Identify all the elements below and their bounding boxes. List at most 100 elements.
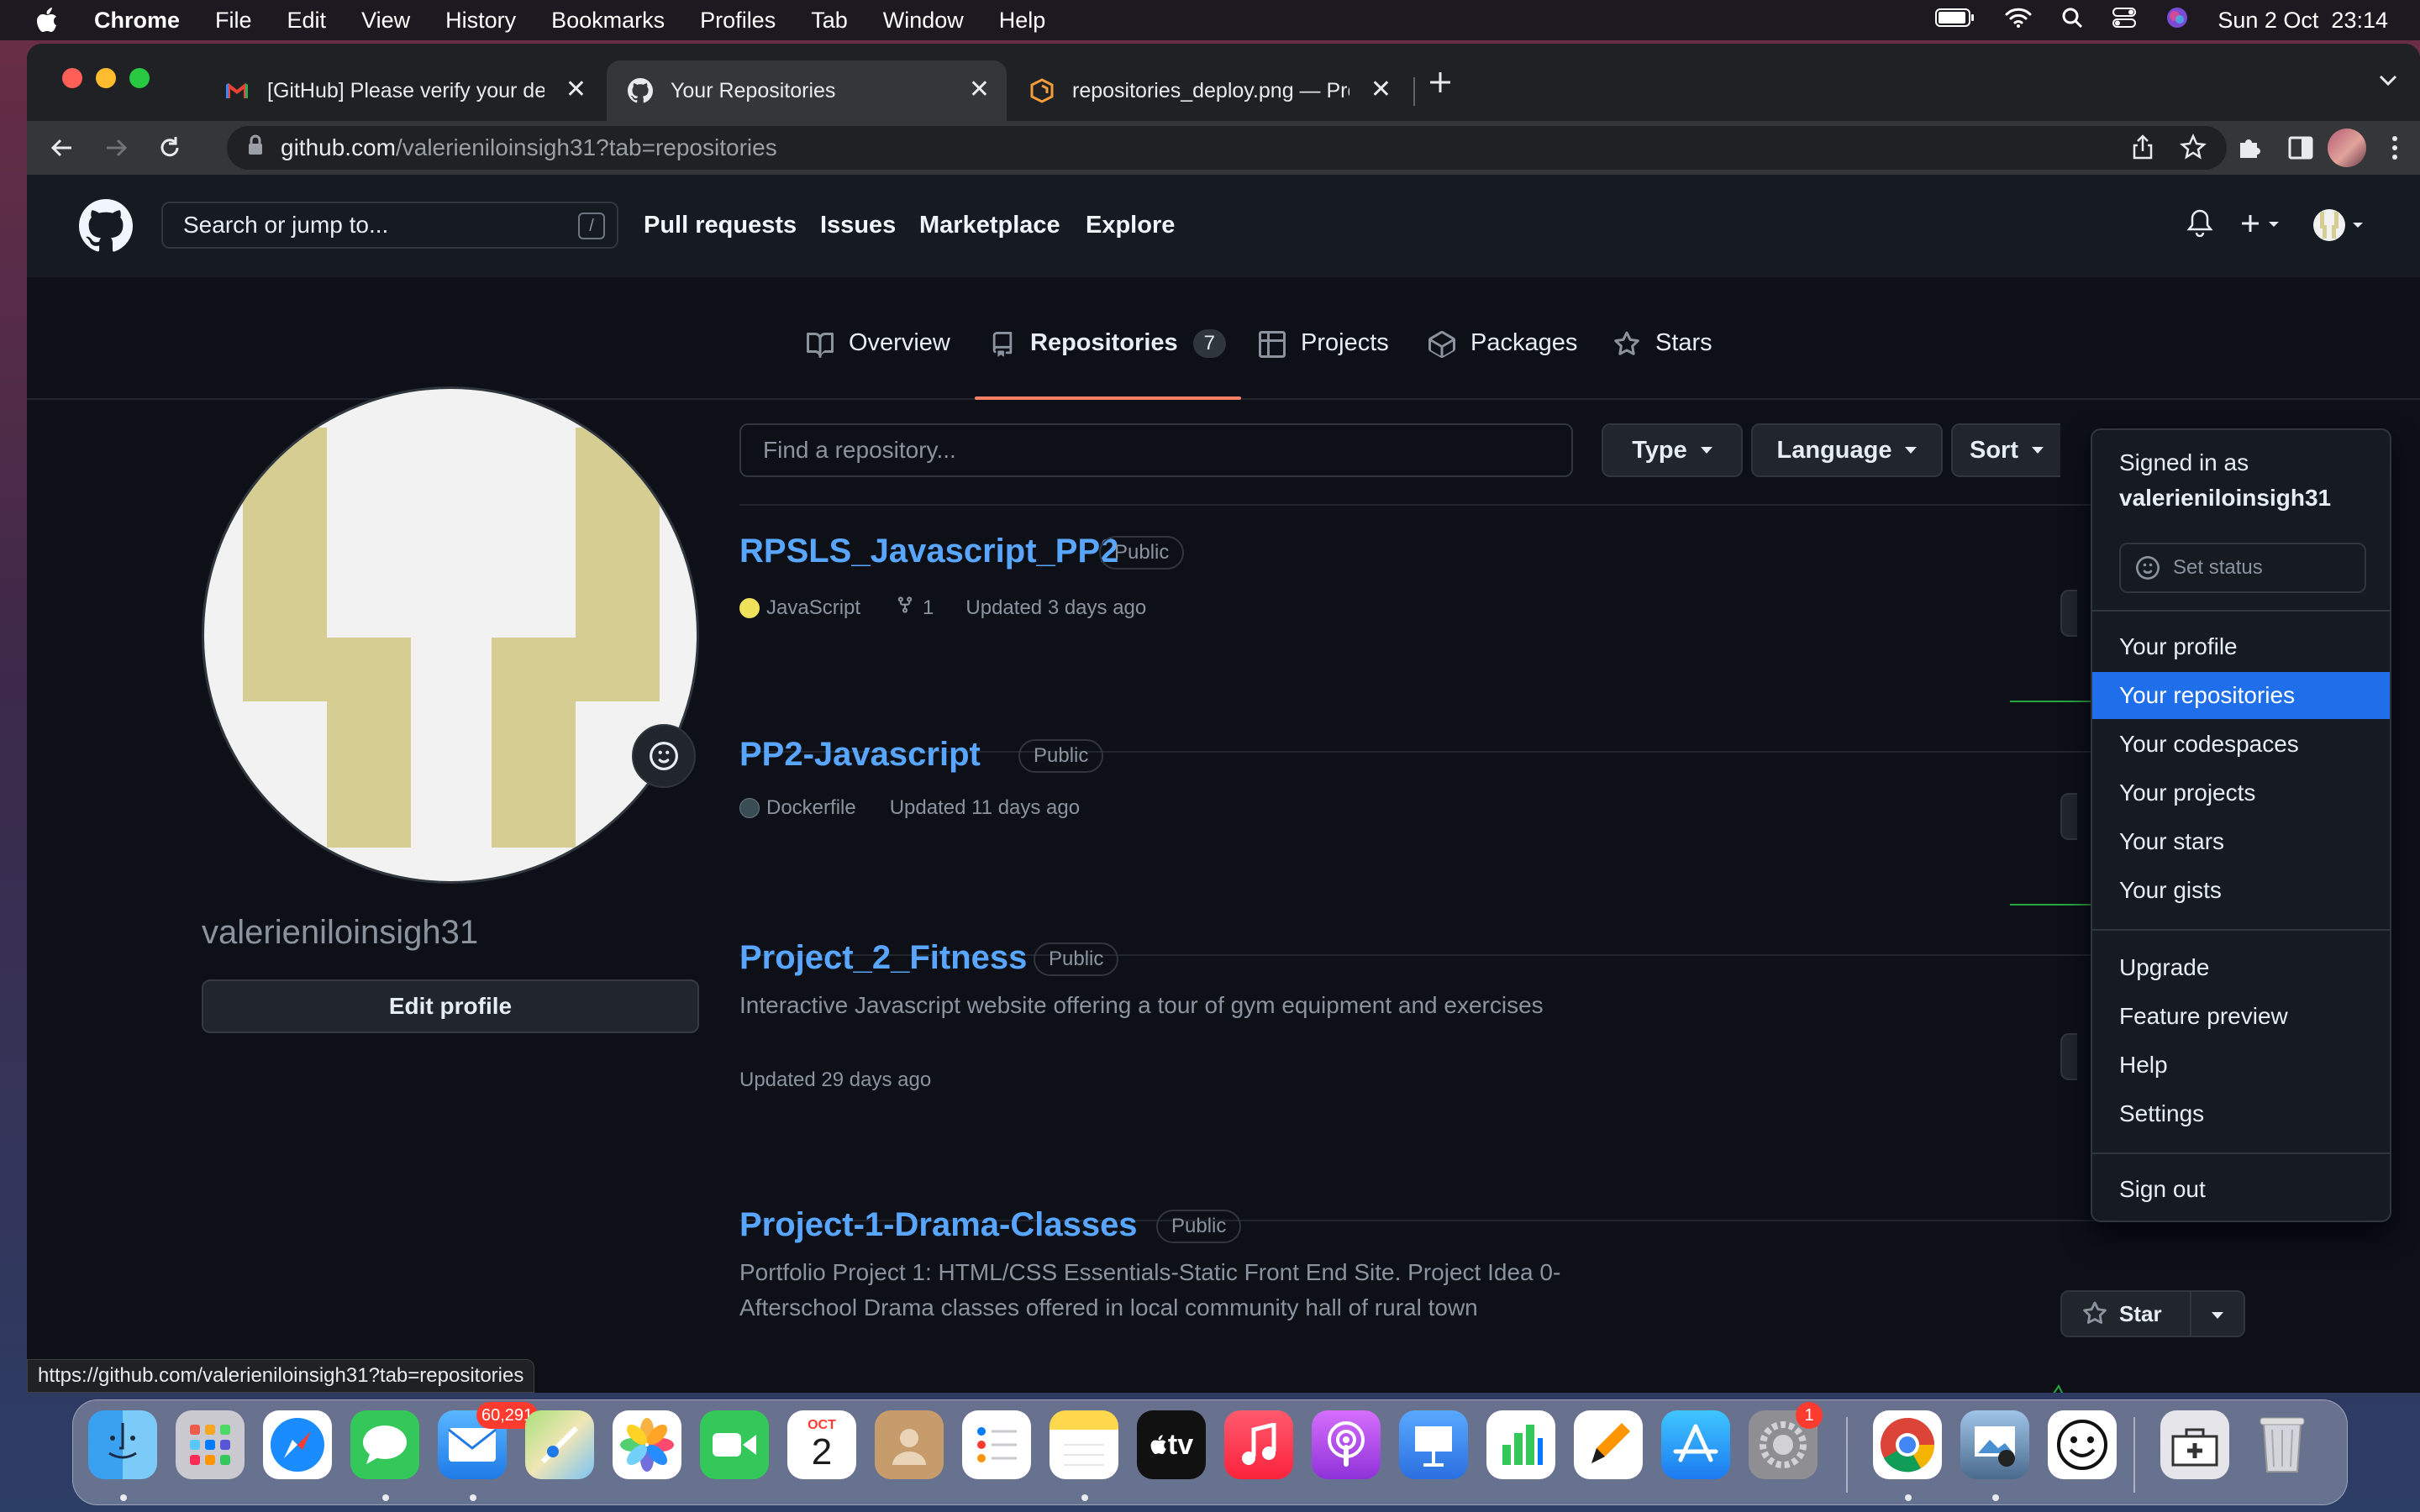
github-logo-icon[interactable] [79, 199, 134, 257]
star-button[interactable]: Star [2060, 1290, 2245, 1337]
star-button-edge[interactable] [2060, 1033, 2077, 1080]
apple-tv-icon[interactable]: tv [1137, 1410, 1206, 1479]
wifi-icon[interactable] [2004, 7, 2033, 34]
fork-count[interactable]: 1 [923, 596, 934, 620]
signed-in-username[interactable]: valerieniloinsigh31 [2119, 480, 2331, 516]
nav-explore[interactable]: Explore [1086, 212, 1175, 239]
zoom-window-button[interactable] [129, 68, 150, 88]
control-center-icon[interactable] [2112, 7, 2137, 34]
menu-your-gists[interactable]: Your gists [2092, 867, 2390, 914]
tab-repositories[interactable]: Repositories 7 [974, 329, 1242, 400]
menu-app-name[interactable]: Chrome [94, 8, 180, 34]
star-button-edge[interactable] [2060, 793, 2077, 840]
side-panel-icon[interactable] [2286, 133, 2316, 163]
trash-icon[interactable] [2248, 1410, 2317, 1479]
tab-packages[interactable]: Packages [1428, 329, 1577, 400]
create-new-plus-icon[interactable] [2240, 213, 2291, 238]
menu-your-repositories[interactable]: Your repositories [2092, 672, 2390, 719]
profile-avatar[interactable] [202, 386, 699, 884]
forward-arrow-icon[interactable] [101, 133, 131, 163]
app-store-icon[interactable] [1661, 1410, 1730, 1479]
tab-your-repositories[interactable]: Your Repositories ✕ [607, 60, 1007, 121]
close-tab-icon[interactable]: ✕ [969, 77, 990, 102]
tab-gmail[interactable]: [GitHub] Please verify your dev ✕ [203, 60, 603, 121]
repo-link-project-1-drama-classes[interactable]: Project-1-Drama-Classes [739, 1206, 1138, 1244]
photos-icon[interactable] [613, 1410, 681, 1479]
close-window-button[interactable] [62, 68, 82, 88]
menu-tab[interactable]: Tab [811, 8, 848, 34]
close-tab-icon[interactable]: ✕ [566, 77, 587, 102]
menubar-clock[interactable]: Sun 2 Oct 23:14 [2217, 8, 2388, 34]
menu-settings[interactable]: Settings [2092, 1090, 2390, 1137]
repo-link-pp2-javascript[interactable]: PP2-Javascript [739, 736, 981, 774]
nav-marketplace[interactable]: Marketplace [919, 212, 1060, 239]
menu-bookmarks[interactable]: Bookmarks [551, 8, 665, 34]
calendar-icon[interactable]: OCT 2 [787, 1410, 856, 1479]
user-avatar-menu[interactable] [2312, 208, 2371, 246]
reload-icon[interactable] [155, 133, 185, 163]
menu-edit[interactable]: Edit [287, 8, 327, 34]
menu-your-projects[interactable]: Your projects [2092, 769, 2390, 816]
safari-icon[interactable] [263, 1410, 332, 1479]
keynote-icon[interactable] [1399, 1410, 1468, 1479]
chrome-profile-avatar[interactable] [2328, 129, 2366, 167]
facetime-icon[interactable] [700, 1410, 769, 1479]
sort-filter-button[interactable]: Sort [1951, 423, 2060, 477]
contacts-icon[interactable] [875, 1410, 944, 1479]
notes-icon[interactable] [1050, 1410, 1118, 1479]
menu-sign-out[interactable]: Sign out [2092, 1166, 2390, 1213]
minimize-window-button[interactable] [96, 68, 116, 88]
address-bar[interactable]: github.com/valerieniloinsigh31?tab=repos… [227, 126, 2227, 170]
chrome-menu-icon[interactable] [2380, 133, 2410, 163]
notification-bell-icon[interactable] [2186, 208, 2213, 241]
menu-file[interactable]: File [215, 8, 252, 34]
maps-icon[interactable] [525, 1410, 594, 1479]
github-search-input[interactable]: Search or jump to... / [161, 202, 618, 249]
bookmark-star-icon[interactable] [2180, 133, 2207, 166]
find-repository-input[interactable]: Find a repository... [739, 423, 1573, 477]
preview-icon[interactable] [1960, 1410, 2029, 1479]
menu-profiles[interactable]: Profiles [700, 8, 776, 34]
language-filter-button[interactable]: Language [1751, 423, 1943, 477]
set-status-smiley-icon[interactable] [632, 724, 696, 788]
extensions-puzzle-icon[interactable] [2233, 133, 2264, 163]
apple-icon[interactable] [35, 6, 60, 34]
first-aid-icon[interactable] [2160, 1410, 2229, 1479]
close-tab-icon[interactable]: ✕ [1370, 77, 1392, 102]
type-filter-button[interactable]: Type [1602, 423, 1743, 477]
back-arrow-icon[interactable] [47, 133, 77, 163]
messages-icon[interactable] [350, 1410, 419, 1479]
repo-link-rpsls-javascript-pp2[interactable]: RPSLS_Javascript_PP2 [739, 533, 1118, 570]
star-lists-caret-icon[interactable] [2212, 1312, 2223, 1319]
siri-icon[interactable] [2165, 6, 2189, 35]
battery-icon[interactable] [1935, 8, 1975, 34]
menu-view[interactable]: View [361, 8, 410, 34]
finder-icon[interactable] [88, 1410, 157, 1479]
tab-overview[interactable]: Overview [807, 329, 950, 400]
menu-window[interactable]: Window [883, 8, 964, 34]
emoji-app-icon[interactable] [2048, 1410, 2117, 1479]
chrome-icon[interactable] [1873, 1410, 1942, 1479]
repo-link-project-2-fitness[interactable]: Project_2_Fitness [739, 939, 1027, 977]
menu-your-codespaces[interactable]: Your codespaces [2092, 721, 2390, 768]
tab-stars[interactable]: Stars [1613, 329, 1712, 400]
podcasts-icon[interactable] [1312, 1410, 1381, 1479]
fork-icon[interactable] [896, 593, 914, 622]
reminders-icon[interactable] [962, 1410, 1031, 1479]
music-icon[interactable] [1224, 1410, 1293, 1479]
spotlight-icon[interactable] [2061, 7, 2083, 34]
edit-profile-button[interactable]: Edit profile [202, 979, 699, 1033]
star-button-edge[interactable] [2060, 590, 2077, 637]
tab-search-chevron-icon[interactable] [2378, 74, 2398, 92]
nav-pull-requests[interactable]: Pull requests [644, 212, 797, 239]
set-status-button[interactable]: Set status [2119, 543, 2366, 593]
menu-feature-preview[interactable]: Feature preview [2092, 993, 2390, 1040]
menu-help[interactable]: Help [999, 8, 1046, 34]
share-icon[interactable] [2131, 134, 2154, 166]
tab-repositories-deploy-png[interactable]: repositories_deploy.png — Pro ✕ [1008, 60, 1408, 121]
tab-projects[interactable]: Projects [1259, 329, 1389, 400]
numbers-icon[interactable] [1486, 1410, 1555, 1479]
new-tab-icon[interactable] [1427, 69, 1454, 100]
menu-your-stars[interactable]: Your stars [2092, 818, 2390, 865]
menu-history[interactable]: History [445, 8, 516, 34]
